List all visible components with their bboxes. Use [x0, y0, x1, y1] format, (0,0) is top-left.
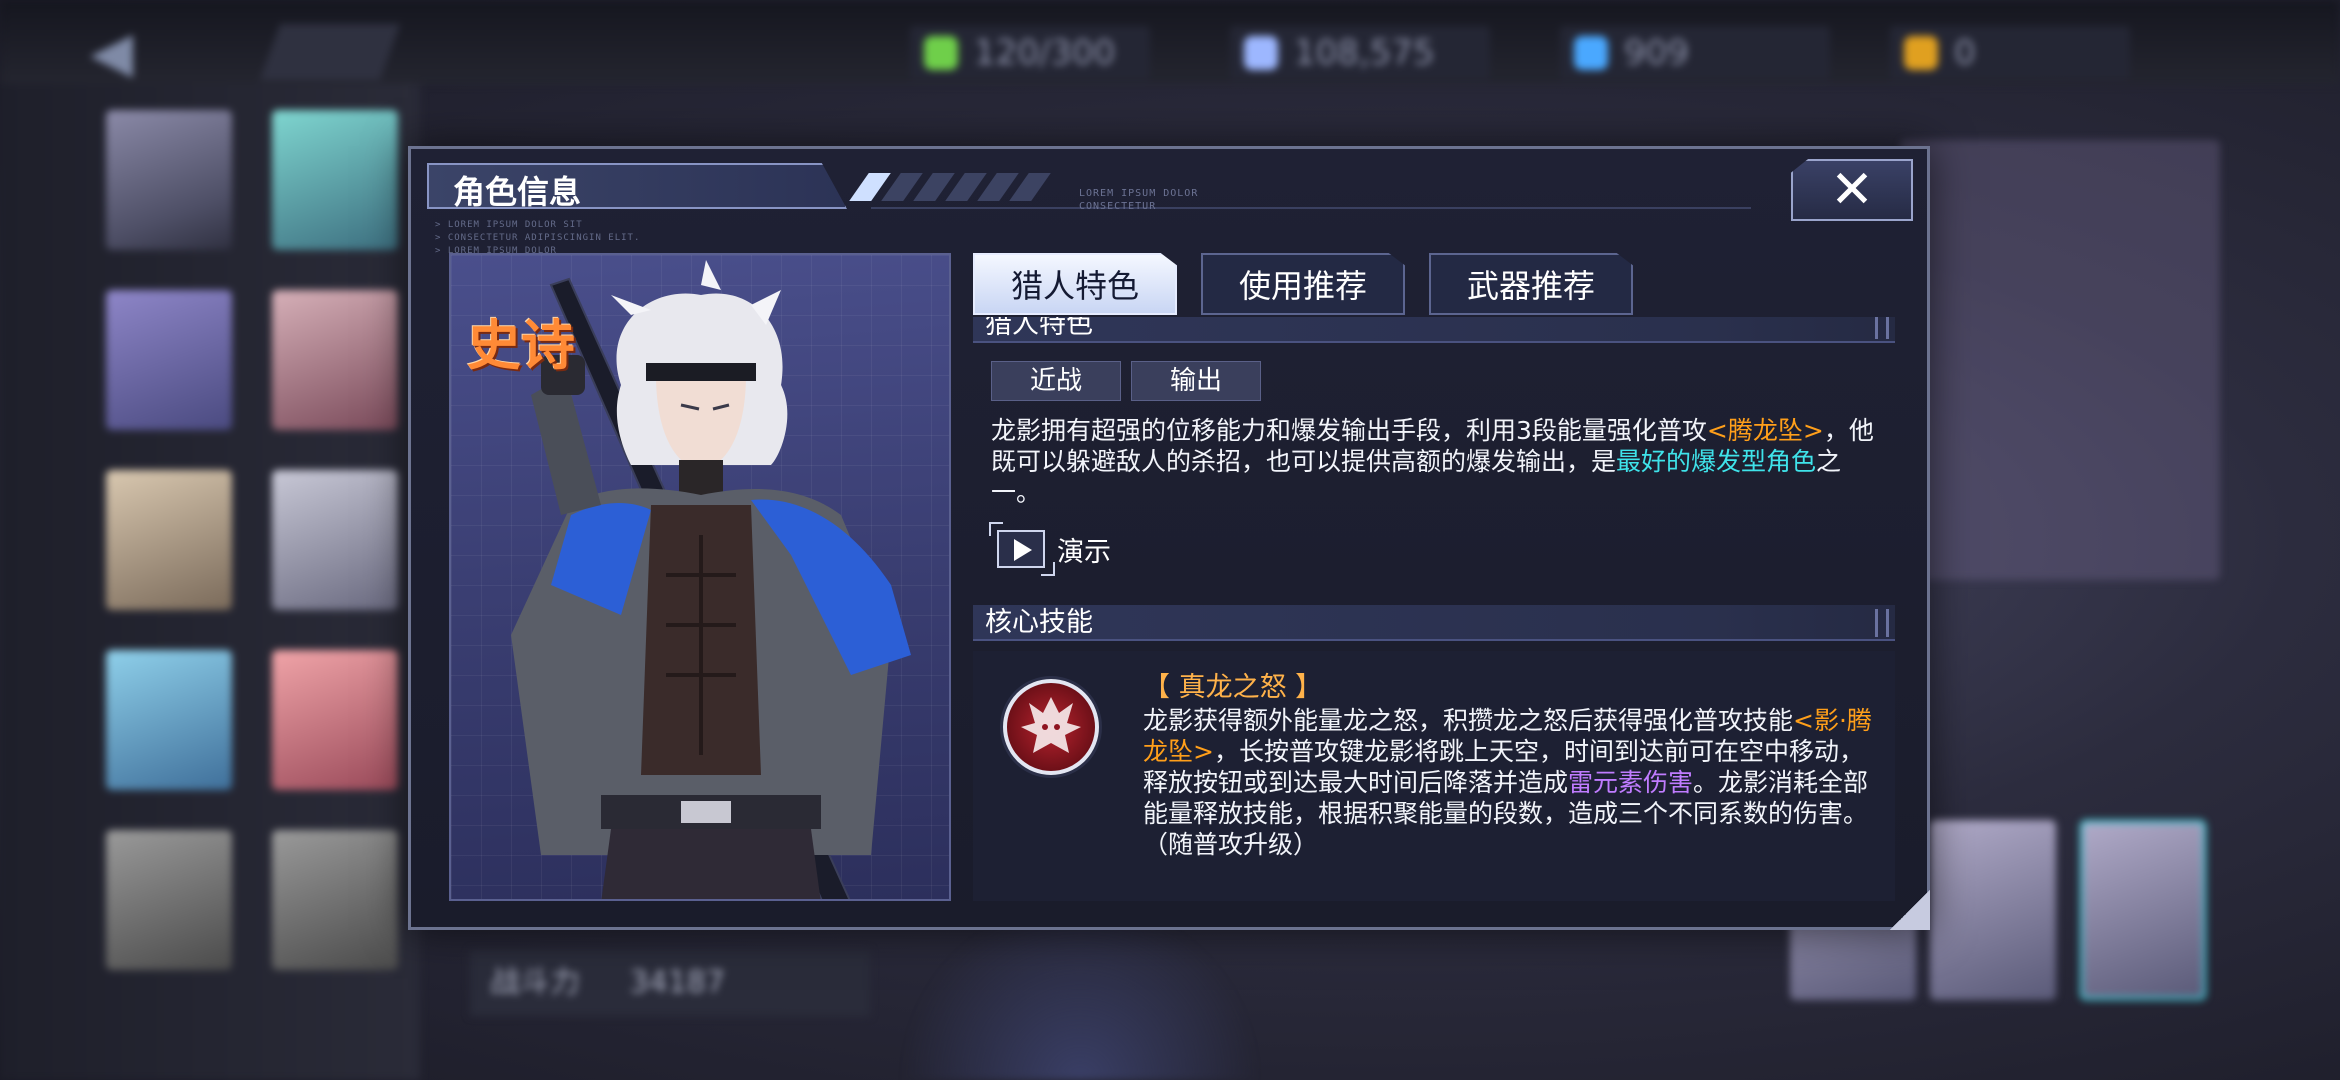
- character-info-dialog: 角色信息 LOREM IPSUM DOLOR CONSECTETUR > LOR…: [408, 146, 1930, 930]
- tab-hunter-traits[interactable]: 猎人特色: [973, 253, 1177, 315]
- play-video-icon: [989, 522, 1055, 576]
- character-card[interactable]: [106, 650, 232, 790]
- character-card[interactable]: [106, 290, 232, 430]
- close-button[interactable]: ✕: [1791, 159, 1913, 221]
- tab-weapon-recommend[interactable]: 武器推荐: [1429, 253, 1633, 315]
- traits-description: 龙影拥有超强的位移能力和爆发输出手段，利用3段能量强化普攻<腾龙坠>，他既可以躲…: [991, 416, 1874, 507]
- element-highlight: 雷元素伤害: [1568, 768, 1694, 797]
- character-card[interactable]: [272, 650, 398, 790]
- demo-label: 演示: [1057, 536, 1111, 568]
- demo-video-button[interactable]: 演示: [989, 521, 1129, 577]
- close-x-icon: ✕: [1830, 160, 1874, 220]
- core-skill-card: 【 真龙之怒 】 龙影获得额外能量龙之怒，积攒龙之怒后获得强化普攻技能<影·腾龙…: [973, 651, 1895, 901]
- home-button[interactable]: [259, 24, 401, 80]
- character-card[interactable]: [272, 830, 398, 970]
- headband: [646, 363, 756, 381]
- stamina-resource[interactable]: 120/300: [910, 26, 1150, 80]
- title-decor-stripes: [849, 173, 1051, 201]
- title-divider: [871, 207, 1751, 209]
- right-info-panel: [1900, 140, 2220, 580]
- character-card[interactable]: [272, 290, 398, 430]
- character-card[interactable]: [272, 110, 398, 250]
- combat-power-bar: 战斗力 34187: [470, 950, 870, 1016]
- role-tag-dps: 输出: [1131, 361, 1261, 401]
- gold-ticket-resource[interactable]: 0: [1890, 26, 2130, 80]
- gold-ticket-icon: [1904, 36, 1938, 70]
- skill-description: 龙影获得额外能量龙之怒，积攒龙之怒后获得强化普攻技能<影·腾龙坠>，长按普攻键龙…: [1143, 706, 1872, 859]
- raised-arm: [531, 375, 601, 515]
- character-portrait: 史诗: [449, 253, 951, 901]
- traits-section-header: 猎人特色: [973, 317, 1895, 343]
- decor-text-top: LOREM IPSUM DOLOR CONSECTETUR: [1079, 188, 1199, 212]
- skill-highlight: <腾龙坠>: [1706, 416, 1824, 445]
- core-skill-section-header: 核心技能: [973, 605, 1895, 641]
- character-card[interactable]: [106, 110, 232, 250]
- dialog-title: 角色信息: [453, 173, 582, 211]
- team-slot-card[interactable]: [1930, 820, 2056, 1000]
- tab-content-panel: 猎人特色 近战 输出 龙影拥有超强的位移能力和爆发输出手段，利用3段能量强化普攻…: [973, 317, 1895, 901]
- role-tag-melee: 近战: [991, 361, 1121, 401]
- character-card[interactable]: [272, 470, 398, 610]
- rarity-label: 史诗: [467, 313, 575, 377]
- crystal-resource[interactable]: 108,575: [1230, 26, 1490, 80]
- ticket-icon: [1574, 36, 1608, 70]
- stamina-icon: [924, 36, 958, 70]
- ticket-resource[interactable]: 909: [1560, 26, 1830, 80]
- character-card[interactable]: [106, 830, 232, 970]
- crystal-icon: [1244, 36, 1278, 70]
- role-highlight: 最好的爆发型角色: [1616, 447, 1817, 476]
- team-slot-card[interactable]: [2080, 820, 2206, 1000]
- back-arrow-icon[interactable]: ◀: [90, 20, 170, 85]
- tab-usage-recommend[interactable]: 使用推荐: [1201, 253, 1405, 315]
- dragon-head-icon: [1003, 679, 1099, 775]
- character-card[interactable]: [106, 470, 232, 610]
- skill-name: 【 真龙之怒 】: [1143, 672, 1323, 703]
